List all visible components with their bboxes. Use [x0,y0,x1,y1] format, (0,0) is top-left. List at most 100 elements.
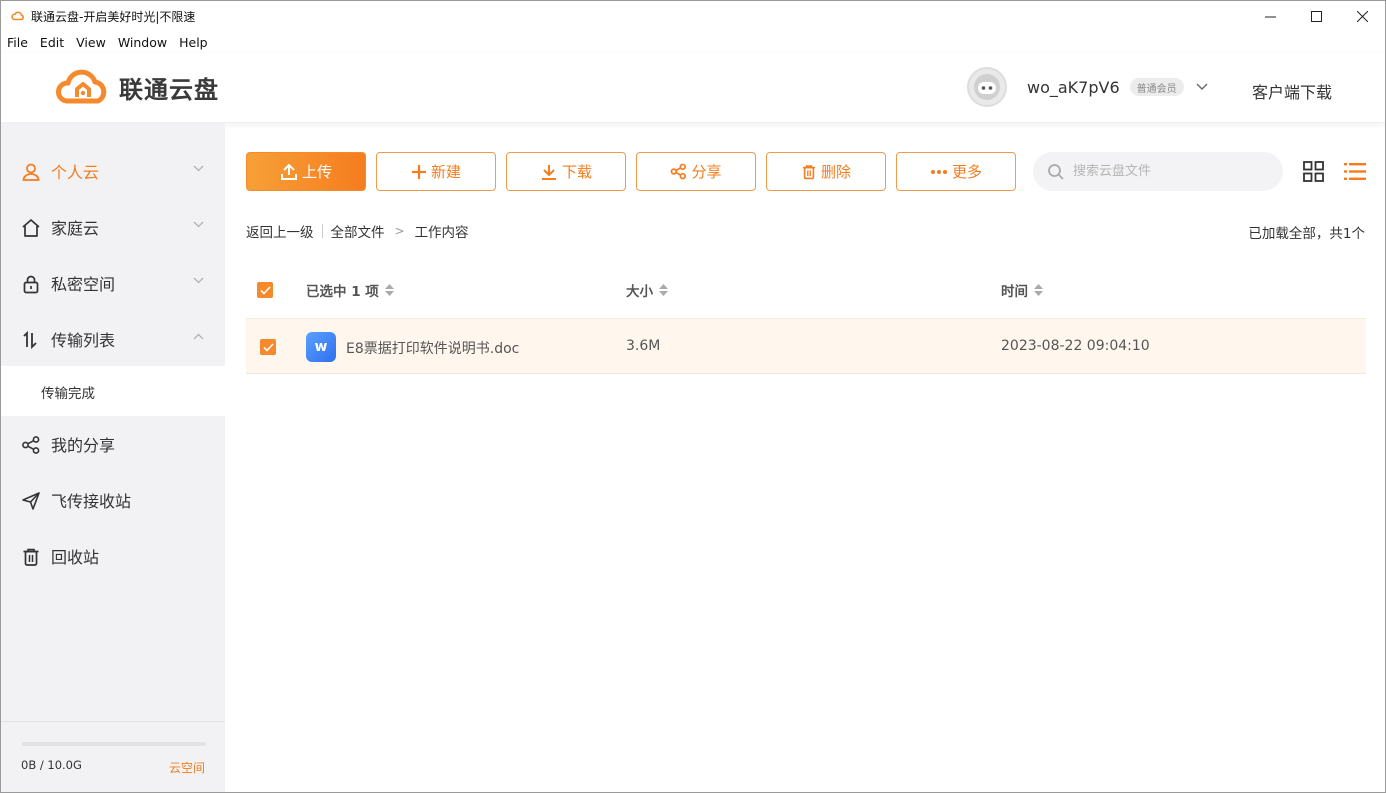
menu-window[interactable]: Window [118,35,167,50]
download-button[interactable]: 下载 [506,152,626,191]
back-link[interactable]: 返回上一级 [246,221,314,241]
member-badge: 普通会员 [1129,78,1184,96]
menu-bar: File Edit View Window Help [1,31,220,53]
breadcrumb: 返回上一级 全部文件 > 工作内容 [246,221,469,241]
upload-button-label: 上传 [301,163,332,181]
checkmark-icon [259,285,271,295]
breadcrumb-arrow: > [394,224,405,238]
search-icon [1048,163,1064,180]
sidebar-item-label: 私密空间 [51,275,116,294]
menu-view[interactable]: View [76,35,106,50]
upload-button[interactable]: 上传 [246,152,366,191]
file-name[interactable]: E8票据打印软件说明书.doc [346,338,519,358]
close-button[interactable] [1339,1,1385,31]
upload-icon [280,163,297,180]
chevron-down-icon [193,277,204,284]
row-checkbox[interactable] [260,339,276,355]
sort-icon [659,284,668,296]
sidebar-item-personal-cloud[interactable]: 个人云 [1,143,225,199]
sidebar-item-label: 我的分享 [51,436,116,455]
more-button[interactable]: 更多 [896,152,1016,191]
share-icon [671,163,687,180]
chevron-down-icon [193,221,204,228]
maximize-icon [1310,10,1322,22]
column-header-size[interactable]: 大小 [626,280,668,300]
sidebar-item-my-shares[interactable]: 我的分享 [1,416,225,472]
sidebar-item-transfer-list[interactable]: 传输列表 [1,311,225,367]
sidebar-subitem-transfer-complete[interactable]: 传输完成 [1,366,225,416]
search-input[interactable] [1073,164,1263,179]
new-button-label: 新建 [430,163,461,181]
file-size: 3.6M [626,338,661,354]
file-time: 2023-08-22 09:04:10 [1001,338,1150,354]
more-dots-icon [930,169,947,174]
chevron-up-icon [193,333,204,340]
search-box[interactable] [1033,152,1283,191]
storage-used-text: 0B / 10.0G [21,758,82,772]
lock-icon [23,275,39,294]
trash-icon [802,164,815,179]
member-badge-label: 普通会员 [1136,83,1177,95]
sort-icon [384,284,394,296]
avatar[interactable] [967,67,1007,107]
maximize-button[interactable] [1293,1,1339,31]
table-header: 已选中 1 项 大小 时间 [246,263,1366,315]
table-row[interactable]: w E8票据打印软件说明书.doc 3.6M 2023-08-22 09:04:… [246,318,1366,374]
column-header-name-label: 已选中 1 项 [306,284,379,300]
column-header-size-label: 大小 [626,284,653,300]
sidebar-item-recycle-bin[interactable]: 回收站 [1,528,225,584]
sidebar-item-private-space[interactable]: 私密空间 [1,255,225,311]
logo: 联通云盘 [55,67,219,107]
user-icon [22,163,40,181]
breadcrumb-divider [321,224,323,238]
menu-file[interactable]: File [7,35,28,50]
share-button-label: 分享 [691,163,722,181]
share-button[interactable]: 分享 [636,152,756,191]
checkmark-icon [262,342,274,352]
list-view-icon[interactable] [1344,161,1366,182]
column-header-name[interactable]: 已选中 1 项 [306,280,394,300]
grid-view-icon[interactable] [1303,161,1324,182]
cloud-logo-icon [56,69,107,104]
storage-panel: 0B / 10.0G 云空间 [1,721,225,792]
trash-icon [23,548,39,566]
username: wo_aK7pV6 [1027,77,1120,97]
window-title: 联通云盘-开启美好时光|不限速 [31,9,196,24]
user-menu[interactable]: wo_aK7pV6 普通会员 [967,67,1208,107]
close-icon [1356,10,1368,22]
minimize-button[interactable] [1247,1,1293,31]
storage-progress-bar [22,742,206,746]
robot-avatar-icon [974,74,1000,100]
sidebar-item-label: 回收站 [51,548,100,567]
column-header-time[interactable]: 时间 [1001,280,1043,300]
sidebar-item-fly-transfer[interactable]: 飞传接收站 [1,472,225,528]
more-button-label: 更多 [951,163,982,181]
sidebar-subitem-label: 传输完成 [41,386,95,402]
home-icon [22,219,40,237]
menu-help[interactable]: Help [179,35,208,50]
cloud-space-link[interactable]: 云空间 [169,759,205,776]
cloud-logo-icon [11,11,24,21]
delete-button-label: 删除 [820,163,851,181]
app-header: 联通云盘 wo_aK7pV6 普通会员 客户端下载 [1,53,1385,123]
share-icon [22,436,40,454]
delete-button[interactable]: 删除 [766,152,886,191]
plus-icon [411,164,426,179]
menu-edit[interactable]: Edit [40,35,64,50]
sidebar: 个人云 家庭云 私密空间 传输列表 传输完成 我的分享 飞传接收站 回收站 0B… [1,123,225,792]
select-all-checkbox[interactable] [257,282,273,298]
client-download-link[interactable]: 客户端下载 [1252,79,1332,103]
sidebar-item-family-cloud[interactable]: 家庭云 [1,199,225,255]
new-button[interactable]: 新建 [376,152,496,191]
transfer-icon [23,330,37,350]
load-status: 已加载全部，共1个 [1248,226,1365,242]
chevron-down-icon[interactable] [1196,83,1208,91]
word-doc-icon: w [306,332,336,362]
minimize-icon [1264,16,1276,17]
download-button-label: 下载 [561,163,592,181]
breadcrumb-all-files[interactable]: 全部文件 [331,221,385,241]
sidebar-item-label: 个人云 [51,163,100,182]
doc-icon-letter: w [314,339,328,355]
sidebar-item-label: 传输列表 [51,331,116,350]
brand-name: 联通云盘 [119,75,219,104]
